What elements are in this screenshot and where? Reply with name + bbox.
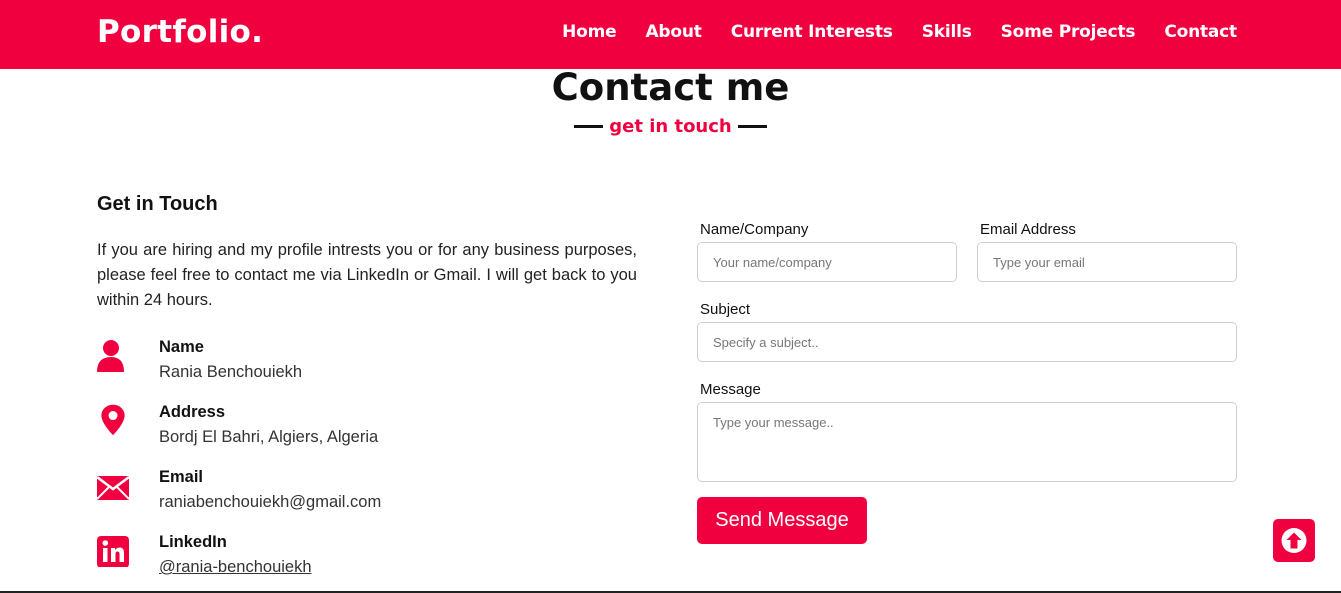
subtitle-left-line [574,125,604,128]
nav-skills[interactable]: Skills [922,22,972,42]
info-value: Rania Benchouiekh [159,363,303,381]
name-label: Name/Company [700,221,809,238]
email-input[interactable] [977,242,1237,282]
info-label: Address [159,403,226,421]
message-textarea[interactable] [697,402,1237,482]
info-label: Name [159,338,204,356]
section-subtitle: get in touch [0,116,1341,137]
scroll-to-top-button[interactable] [1273,519,1315,562]
send-message-button[interactable]: Send Message [697,497,867,544]
section-title: Contact me [551,66,790,109]
brand-logo[interactable]: Portfolio. [97,14,263,50]
email-label: Email Address [980,221,1076,238]
name-input[interactable] [697,242,957,282]
info-value: Bordj El Bahri, Algiers, Algeria [159,428,379,446]
subject-label: Subject [700,301,751,318]
contact-info-column: Get in Touch If you are hiring and my pr… [97,193,637,313]
info-value[interactable]: raniabenchouiekh@gmail.com [159,493,381,512]
arrow-up-icon [1281,528,1307,553]
nav-about[interactable]: About [645,22,701,42]
message-label: Message [700,381,761,398]
get-in-touch-text: If you are hiring and my profile intrest… [97,241,637,309]
get-in-touch-heading: Get in Touch [97,193,218,215]
nav-some-projects[interactable]: Some Projects [1001,22,1136,42]
subtitle-text: get in touch [609,116,732,137]
linkedin-link[interactable]: @rania-benchouiekh [159,558,312,577]
info-item-name: Name Rania Benchouiekh [97,338,617,390]
map-pin-icon [101,404,125,436]
subject-input[interactable] [697,322,1237,362]
envelope-icon [97,476,129,500]
info-item-email: Email raniabenchouiekh@gmail.com [97,468,617,520]
user-icon [97,340,124,372]
info-label: LinkedIn [159,533,227,551]
info-item-address: Address Bordj El Bahri, Algiers, Algeria [97,403,617,455]
nav-home[interactable]: Home [562,22,617,42]
subtitle-right-line [737,125,767,128]
info-item-linkedin: LinkedIn @rania-benchouiekh [97,533,617,585]
linkedin-icon [97,536,129,567]
nav-menu: Home About Current Interests Skills Some… [562,22,1237,42]
nav-contact[interactable]: Contact [1164,22,1237,42]
navbar: Portfolio. Home About Current Interests … [0,0,1341,69]
info-label: Email [159,468,204,486]
nav-current-interests[interactable]: Current Interests [731,22,893,42]
